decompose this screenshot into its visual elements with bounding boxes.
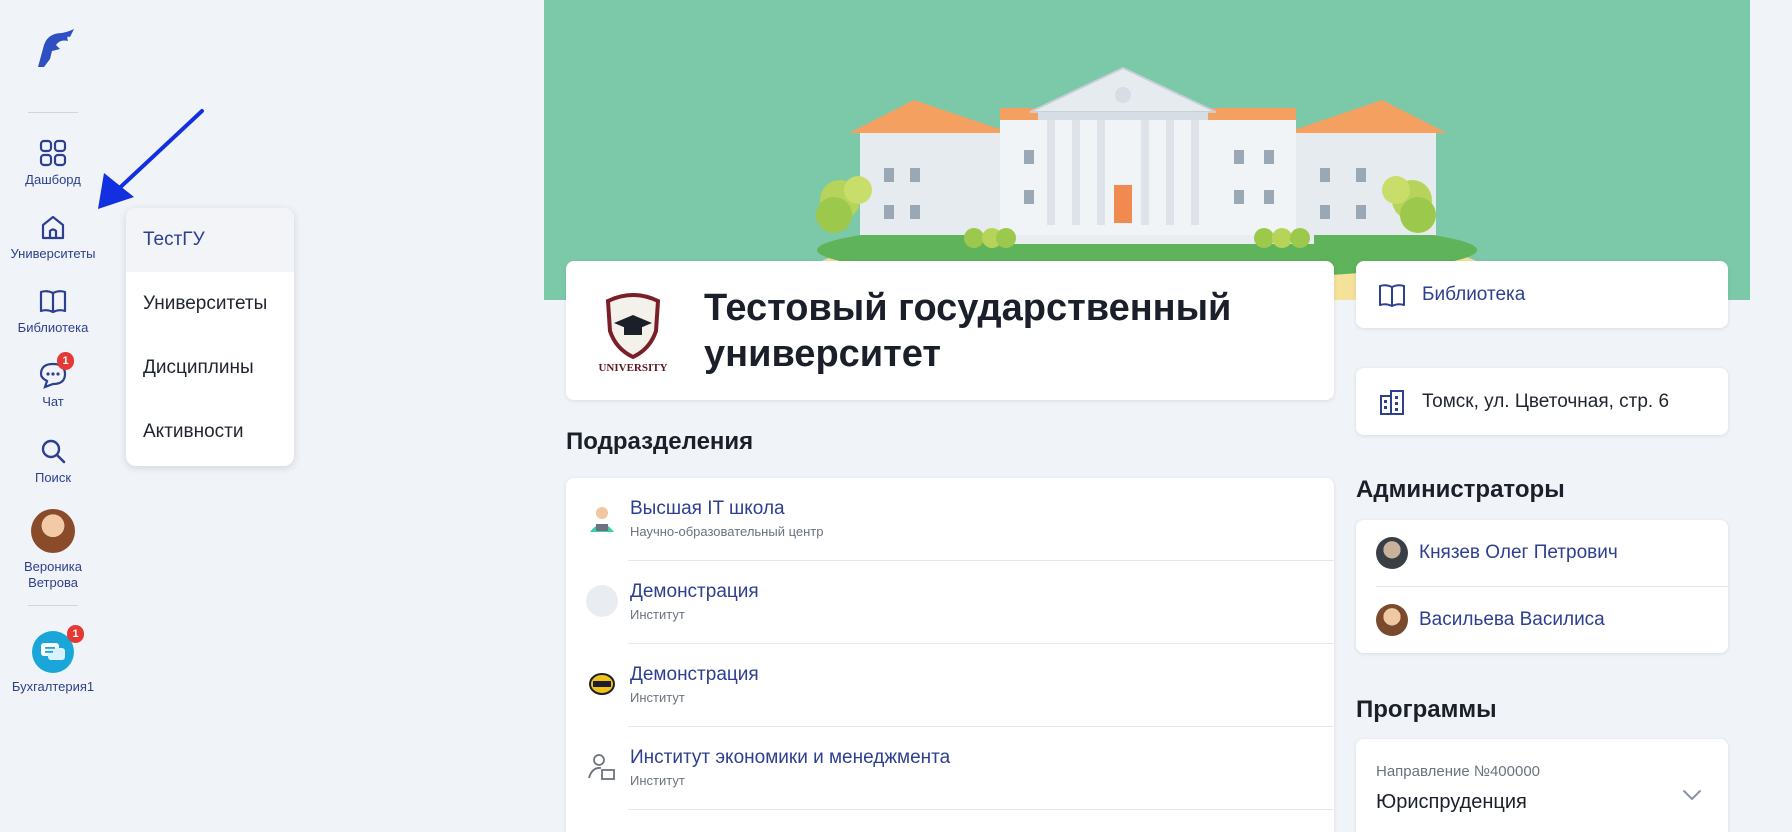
accounting-app-icon: 1	[32, 625, 84, 673]
buildings-icon	[1380, 390, 1404, 415]
sidebar-item-chat[interactable]: 1 Чат	[0, 352, 106, 410]
book-icon	[1379, 284, 1405, 307]
universities-dropdown-menu: ТестГУ Университеты Дисциплины Активност…	[126, 208, 294, 466]
chevron-down-icon[interactable]	[1680, 783, 1704, 807]
division-row[interactable]: Высшая IT школа Научно-образовательный ц…	[566, 478, 1334, 561]
dropdown-item-disciplines[interactable]: Дисциплины	[126, 336, 294, 400]
dropdown-item-testgu[interactable]: ТестГУ	[126, 208, 294, 272]
division-name: Демонстрация	[630, 664, 759, 685]
spartan-logo-icon[interactable]	[30, 27, 76, 73]
division-name: Высшая IT школа	[630, 498, 785, 519]
it-school-avatar-icon	[590, 507, 614, 532]
university-title: Тестовый государственный университет	[704, 285, 1304, 377]
admin-avatar	[1376, 537, 1408, 569]
app-badge: 1	[67, 625, 84, 643]
admin-avatar	[1376, 604, 1408, 636]
sidebar-item-library[interactable]: Библиотека	[0, 286, 106, 336]
division-type: Научно-образовательный центр	[630, 524, 824, 539]
admin-name: Васильева Василиса	[1419, 609, 1605, 630]
sidebar-divider	[28, 605, 78, 606]
user-last-name: Ветрова	[28, 575, 78, 590]
chat-unread-badge: 1	[57, 352, 74, 370]
sidebar-item-label: Университеты	[10, 246, 96, 261]
university-header-card: UNIVERSITY Тестовый государственный унив…	[566, 261, 1334, 400]
chat-icon-wrap: 1	[38, 352, 74, 390]
library-link-label: Библиотека	[1422, 284, 1526, 305]
dropdown-item-activities[interactable]: Активности	[126, 400, 294, 464]
university-title-line: Тестовый государственный	[704, 287, 1232, 329]
placeholder-avatar-icon	[586, 585, 618, 617]
dropdown-item-universities[interactable]: Университеты	[126, 272, 294, 336]
sidebar-item-label: Поиск	[34, 470, 72, 485]
division-type: Институт	[630, 690, 685, 705]
programs-heading: Программы	[1356, 696, 1497, 723]
uni-logo-text: UNIVERSITY	[598, 362, 667, 374]
app-label: Бухгалтерия1	[11, 679, 95, 694]
dashboard-icon	[39, 139, 67, 167]
demo-badge-icon	[589, 673, 615, 695]
admin-row[interactable]: Князев Олег Петрович	[1356, 520, 1728, 586]
divisions-heading: Подразделения	[566, 428, 754, 455]
sidebar-divider	[28, 112, 78, 113]
admin-name: Князев Олег Петрович	[1419, 542, 1618, 563]
annotation-arrow-icon	[98, 109, 204, 209]
university-title-line: университет	[704, 333, 941, 375]
sidebar-item-label: Чат	[42, 394, 64, 409]
user-avatar	[31, 509, 75, 553]
division-row[interactable]: Демонстрация Институт	[566, 644, 1334, 727]
division-name: Институт экономики и менеджмента	[630, 747, 951, 768]
address-card: Томск, ул. Цветочная, стр. 6	[1356, 368, 1728, 435]
division-type: Институт	[630, 607, 685, 622]
sidebar-item-search[interactable]: Поиск	[0, 436, 106, 486]
row-divider	[628, 809, 1334, 810]
division-row[interactable]: Институт экономики и менеджмента Институ…	[566, 727, 1334, 810]
sidebar-app-accounting[interactable]: 1 Бухгалтерия1	[0, 625, 106, 695]
user-document-icon	[588, 754, 615, 780]
home-icon	[41, 215, 65, 240]
sidebar-item-universities[interactable]: Университеты	[0, 212, 106, 262]
university-crest-icon: UNIVERSITY	[598, 293, 668, 374]
user-first-name: Вероника	[23, 559, 82, 574]
division-name: Демонстрация	[630, 581, 759, 602]
search-icon	[41, 439, 66, 464]
sidebar-item-label: Библиотека	[17, 320, 89, 335]
program-direction: Направление №400000	[1376, 763, 1541, 780]
address-text: Томск, ул. Цветочная, стр. 6	[1422, 391, 1670, 412]
sidebar-user-profile[interactable]: Вероника Ветрова	[0, 509, 106, 591]
divisions-list: Высшая IT школа Научно-образовательный ц…	[566, 478, 1334, 832]
division-type: Институт	[630, 773, 685, 788]
book-icon	[39, 290, 67, 314]
hero-banner	[544, 0, 1750, 300]
division-row[interactable]: Демонстрация Институт	[566, 561, 1334, 644]
admins-heading: Администраторы	[1356, 476, 1565, 503]
admins-list: Князев Олег Петрович Васильева Василиса	[1356, 520, 1728, 653]
program-item[interactable]: Направление №400000 Юриспруденция	[1356, 739, 1728, 832]
university-building-illustration	[724, 66, 1574, 300]
library-link-card[interactable]: Библиотека	[1356, 261, 1728, 328]
admin-row[interactable]: Васильева Василиса	[1356, 587, 1728, 653]
program-name: Юриспруденция	[1376, 791, 1527, 813]
